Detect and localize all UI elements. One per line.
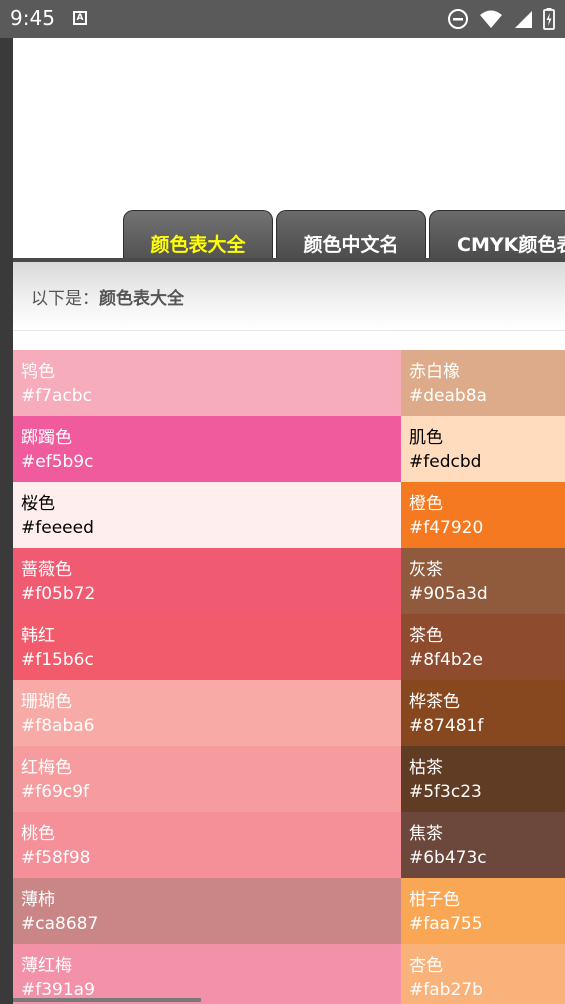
do-not-disturb-icon (448, 9, 468, 29)
color-hex-code: #f15b6c (21, 650, 94, 670)
color-name: 茶色 (409, 626, 443, 646)
color-hex-code: #faa755 (409, 914, 483, 934)
color-name: 赤白橡 (409, 362, 460, 382)
section-title-prefix: 以下是： (31, 289, 99, 309)
tab-bar: 颜色表大全 颜色中文名 CMYK颜色表 (13, 206, 565, 262)
color-swatch[interactable]: 桦茶色 #87481f (401, 680, 565, 746)
color-hex-code: #deab8a (409, 386, 487, 406)
color-name: 桜色 (21, 494, 55, 514)
wifi-icon (480, 10, 502, 28)
color-hex-code: #f7acbc (21, 386, 92, 406)
color-name: 珊瑚色 (21, 692, 72, 712)
color-swatch[interactable]: 茶色 #8f4b2e (401, 614, 565, 680)
color-name: 蔷薇色 (21, 560, 72, 580)
color-hex-code: #feeeed (21, 518, 94, 538)
section-title-name: 颜色表大全 (99, 289, 184, 309)
tab-cmyk-color-table[interactable]: CMYK颜色表 (429, 210, 565, 262)
color-name: 橙色 (409, 494, 443, 514)
color-swatch[interactable]: 薄红梅 #f391a9 (13, 944, 401, 1004)
color-hex-code: #f69c9f (21, 782, 90, 802)
color-row: 珊瑚色 #f8aba6 桦茶色 #87481f (13, 680, 565, 746)
color-swatch[interactable]: 桃色 #f58f98 (13, 812, 401, 878)
app-notification-icon: A (73, 11, 87, 25)
side-strip (0, 38, 13, 1004)
signal-icon (515, 11, 532, 28)
color-row: 红梅色 #f69c9f 枯茶 #5f3c23 (13, 746, 565, 812)
color-swatch[interactable]: 珊瑚色 #f8aba6 (13, 680, 401, 746)
color-hex-code: #fab27b (409, 980, 483, 1000)
color-name: 肌色 (409, 428, 443, 448)
color-hex-code: #f8aba6 (21, 716, 95, 736)
status-icons (447, 8, 555, 30)
color-hex-code: #87481f (409, 716, 484, 736)
color-name: 焦茶 (409, 824, 443, 844)
color-name: 踯躅色 (21, 428, 72, 448)
color-swatch[interactable]: 肌色 #fedcbd (401, 416, 565, 482)
color-swatch[interactable]: 鸨色 #f7acbc (13, 350, 401, 416)
color-hex-code: #f58f98 (21, 848, 91, 868)
color-swatch[interactable]: 蔷薇色 #f05b72 (13, 548, 401, 614)
color-name: 枯茶 (409, 758, 443, 778)
color-hex-code: #ef5b9c (21, 452, 94, 472)
color-row: 桃色 #f58f98 焦茶 #6b473c (13, 812, 565, 878)
tab-color-table[interactable]: 颜色表大全 (123, 210, 273, 262)
color-swatch[interactable]: 韩红 #f15b6c (13, 614, 401, 680)
color-name: 杏色 (409, 956, 443, 976)
color-hex-code: #6b473c (409, 848, 487, 868)
color-swatch[interactable]: 赤白橡 #deab8a (401, 350, 565, 416)
status-bar: 9:45 A (0, 0, 565, 38)
tab-chinese-color-names[interactable]: 颜色中文名 (276, 210, 426, 262)
color-row: 薄红梅 #f391a9 杏色 #fab27b (13, 944, 565, 1004)
color-hex-code: #905a3d (409, 584, 488, 604)
color-swatch[interactable]: 焦茶 #6b473c (401, 812, 565, 878)
color-row: 韩红 #f15b6c 茶色 #8f4b2e (13, 614, 565, 680)
color-name: 桃色 (21, 824, 55, 844)
color-hex-code: #5f3c23 (409, 782, 482, 802)
color-row: 桜色 #feeeed 橙色 #f47920 (13, 482, 565, 548)
color-swatch[interactable]: 枯茶 #5f3c23 (401, 746, 565, 812)
color-name: 薄红梅 (21, 956, 72, 976)
color-swatch[interactable]: 柑子色 #faa755 (401, 878, 565, 944)
color-row: 踯躅色 #ef5b9c 肌色 #fedcbd (13, 416, 565, 482)
color-swatch[interactable]: 红梅色 #f69c9f (13, 746, 401, 812)
section-header: 以下是：颜色表大全 (13, 262, 565, 331)
horizontal-scrollbar[interactable] (13, 998, 201, 1002)
color-swatch[interactable]: 杏色 #fab27b (401, 944, 565, 1004)
color-row: 蔷薇色 #f05b72 灰茶 #905a3d (13, 548, 565, 614)
color-name: 柑子色 (409, 890, 460, 910)
color-row: 薄柿 #ca8687 柑子色 #faa755 (13, 878, 565, 944)
color-swatch[interactable]: 薄柿 #ca8687 (13, 878, 401, 944)
color-row: 鸨色 #f7acbc 赤白橡 #deab8a (13, 350, 565, 416)
color-swatch[interactable]: 橙色 #f47920 (401, 482, 565, 548)
section-title: 以下是：颜色表大全 (31, 284, 184, 309)
color-swatch[interactable]: 踯躅色 #ef5b9c (13, 416, 401, 482)
color-list[interactable]: 鸨色 #f7acbc 赤白橡 #deab8a 踯躅色 #ef5b9c 肌色 #fedcbd 桜色… (13, 350, 565, 1004)
status-time: 9:45 (10, 6, 55, 30)
color-swatch[interactable]: 灰茶 #905a3d (401, 548, 565, 614)
color-name: 红梅色 (21, 758, 72, 778)
color-name: 灰茶 (409, 560, 443, 580)
color-name: 韩红 (21, 626, 55, 646)
color-hex-code: #f47920 (409, 518, 484, 538)
color-name: 桦茶色 (409, 692, 460, 712)
color-name: 薄柿 (21, 890, 55, 910)
color-hex-code: #ca8687 (21, 914, 99, 934)
color-hex-code: #fedcbd (409, 452, 482, 472)
color-swatch[interactable]: 桜色 #feeeed (13, 482, 401, 548)
color-hex-code: #f05b72 (21, 584, 96, 604)
color-name: 鸨色 (21, 362, 55, 382)
battery-icon (543, 8, 555, 30)
color-hex-code: #8f4b2e (409, 650, 483, 670)
